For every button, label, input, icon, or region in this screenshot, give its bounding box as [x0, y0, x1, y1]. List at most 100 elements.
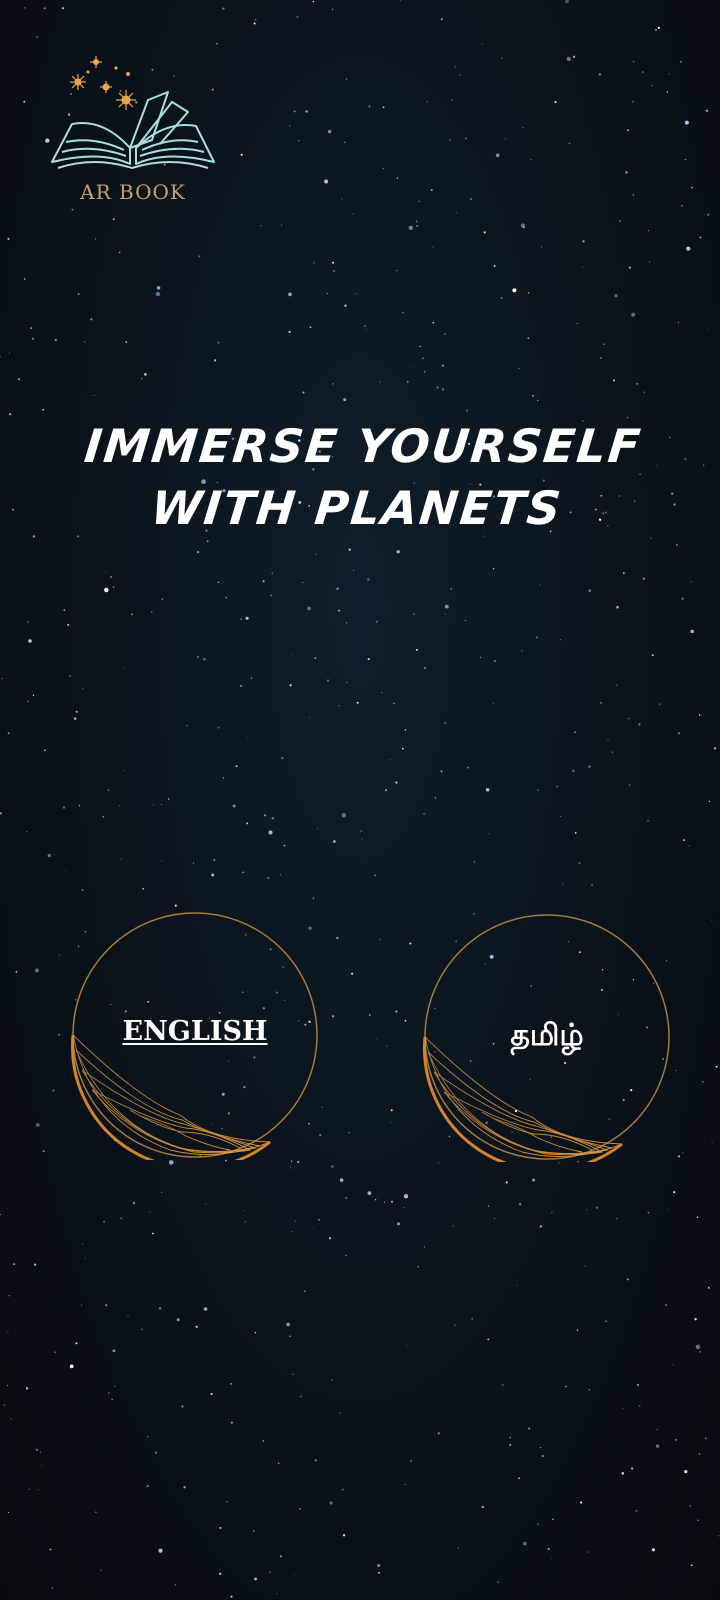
star [344, 141, 346, 143]
star [239, 684, 243, 687]
star [595, 1206, 599, 1209]
star [326, 293, 328, 295]
star [408, 225, 413, 230]
star [342, 1488, 344, 1491]
star [281, 756, 284, 760]
star [680, 60, 682, 63]
star [465, 137, 467, 140]
tamil-language-button[interactable]: தமிழ் [422, 912, 672, 1162]
star [336, 936, 339, 940]
star [174, 904, 177, 907]
star [574, 832, 577, 834]
star [361, 838, 363, 840]
star [395, 1010, 398, 1013]
star [100, 1569, 102, 1571]
star [643, 391, 645, 393]
star [711, 919, 713, 921]
star [353, 570, 355, 572]
star [331, 1379, 333, 1381]
star [367, 658, 370, 661]
star [385, 789, 388, 792]
star [299, 1507, 302, 1510]
star [341, 198, 343, 200]
star [572, 55, 576, 58]
star [416, 224, 419, 228]
star [708, 800, 711, 803]
star [487, 1338, 489, 1341]
star [459, 74, 461, 76]
star [642, 577, 645, 580]
star [632, 194, 635, 196]
star [522, 226, 526, 229]
star [391, 1200, 393, 1203]
star [512, 288, 517, 293]
star [13, 1263, 16, 1266]
star [576, 322, 578, 324]
star [242, 871, 244, 874]
star [43, 7, 46, 10]
star [695, 1344, 701, 1350]
star [8, 1512, 9, 1513]
star [262, 580, 265, 583]
star [168, 798, 170, 800]
star [103, 1220, 105, 1223]
star [211, 873, 215, 877]
star [296, 16, 299, 18]
star [300, 1395, 302, 1398]
star [707, 1287, 710, 1289]
star [698, 1453, 701, 1455]
star [493, 265, 496, 267]
star [235, 765, 238, 768]
star [206, 540, 209, 543]
star [152, 1232, 154, 1235]
star [603, 343, 605, 345]
star [305, 110, 308, 113]
star [332, 383, 334, 385]
star [682, 839, 685, 842]
star [262, 1440, 265, 1442]
star [666, 91, 669, 93]
star [588, 589, 591, 592]
star [495, 153, 500, 158]
star [8, 413, 12, 416]
star [440, 18, 443, 21]
star [61, 7, 64, 10]
star [658, 703, 661, 706]
star [551, 1211, 553, 1214]
star [396, 550, 400, 554]
star [95, 1511, 97, 1513]
star [271, 572, 274, 575]
star [107, 1392, 110, 1394]
star [26, 831, 28, 832]
star [155, 291, 161, 297]
tamil-label: தமிழ் [510, 1018, 584, 1053]
star [144, 373, 147, 376]
star [312, 897, 315, 899]
star [691, 186, 693, 189]
star [140, 1328, 143, 1331]
star [467, 766, 469, 769]
star [382, 168, 384, 170]
star [73, 717, 77, 720]
star [588, 765, 591, 768]
star [125, 341, 128, 343]
star [32, 337, 35, 340]
star [444, 604, 449, 609]
star [417, 1265, 420, 1268]
star [707, 213, 710, 216]
star [605, 1320, 607, 1322]
star [276, 1593, 278, 1595]
star [345, 622, 348, 624]
star [114, 1385, 116, 1388]
star [465, 620, 467, 622]
star [390, 1122, 392, 1123]
star [444, 721, 447, 724]
star [616, 1217, 618, 1220]
star [378, 1571, 380, 1574]
star [580, 1501, 583, 1504]
star [351, 972, 354, 975]
star [8, 352, 11, 354]
star [423, 370, 426, 373]
star [141, 378, 143, 380]
english-language-button[interactable]: ENGLISH [70, 910, 320, 1160]
